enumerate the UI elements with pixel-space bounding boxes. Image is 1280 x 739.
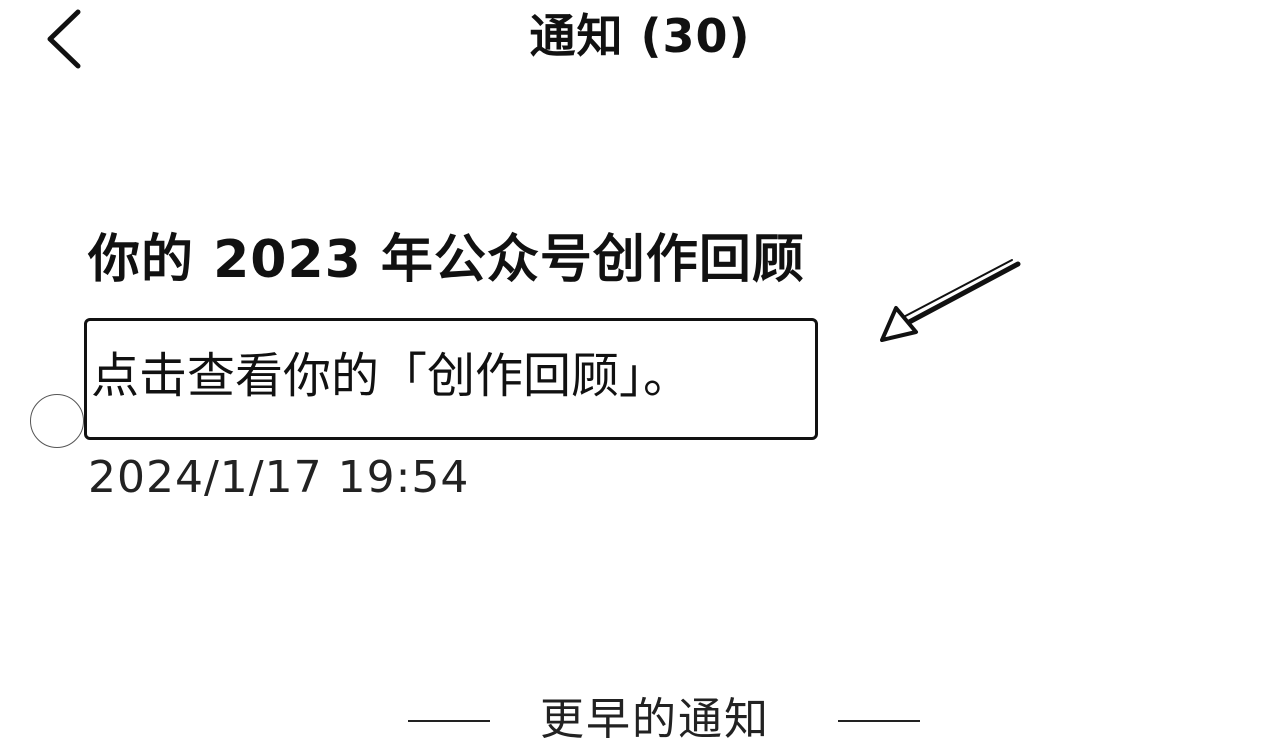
notifications-page: 通知 (30) 你的 2023 年公众号创作回顾 点击查看你的「创作回顾」。 2… [0,0,1280,739]
divider-line-left [408,720,490,722]
arrow-annotation-icon [880,259,1021,342]
page-title: 通知 (30) [529,9,751,63]
notification-title: 你的 2023 年公众号创作回顾 [88,230,805,290]
notification-item[interactable]: 你的 2023 年公众号创作回顾 点击查看你的「创作回顾」。 2024/1/17… [84,222,988,522]
earlier-notifications-divider: 更早的通知 [0,690,1280,739]
notification-body-link[interactable]: 点击查看你的「创作回顾」。 [84,318,818,440]
earlier-notifications-link[interactable]: 更早的通知 [540,690,770,739]
notification-timestamp: 2024/1/17 19:54 [88,452,470,503]
divider-line-right [838,720,920,722]
circle-marker-icon [30,394,84,448]
